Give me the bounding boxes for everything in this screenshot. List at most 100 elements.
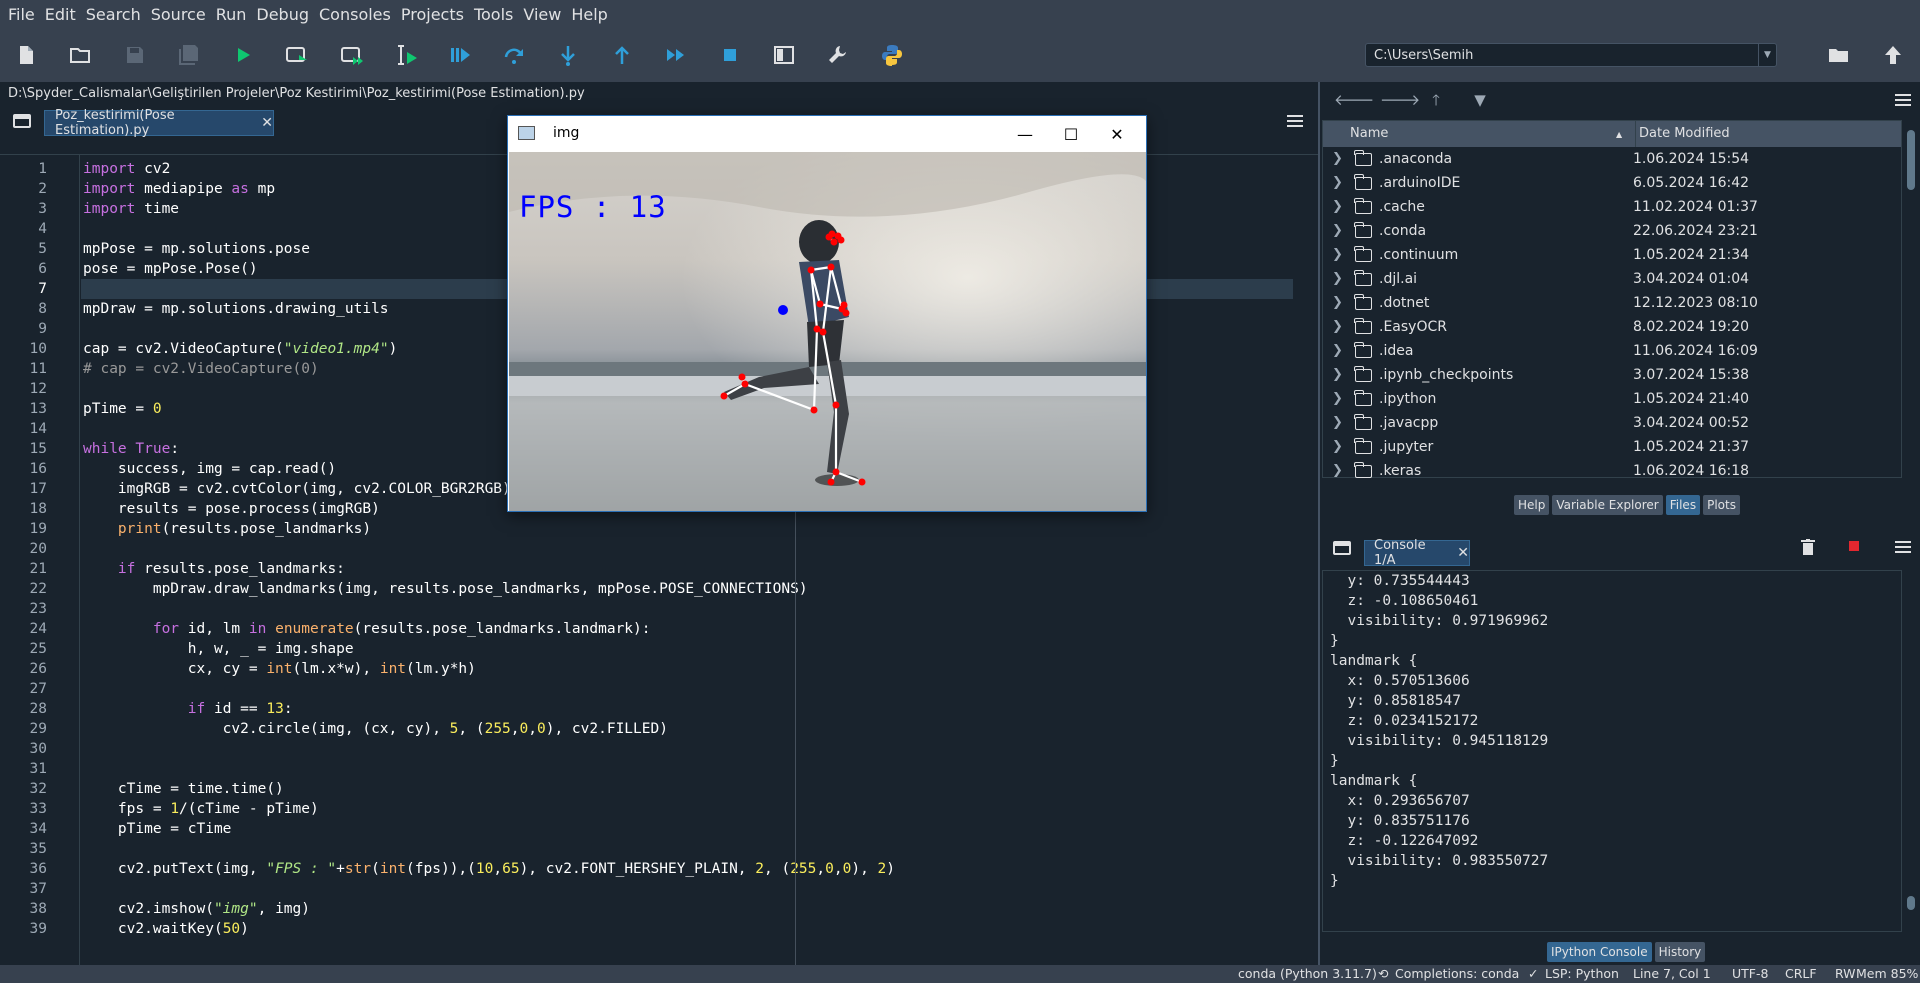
editor-scrollbar[interactable] — [1304, 155, 1318, 965]
step-icon[interactable] — [501, 42, 527, 68]
chevron-right-icon[interactable]: ❯ — [1332, 219, 1343, 243]
close-icon[interactable]: ✕ — [261, 115, 273, 131]
preferences-icon[interactable] — [825, 42, 851, 68]
scrollbar-thumb[interactable] — [1907, 130, 1915, 190]
filter-icon[interactable]: ▼ — [1470, 91, 1490, 109]
chevron-right-icon[interactable]: ❯ — [1332, 267, 1343, 291]
menu-item-file[interactable]: File — [3, 5, 40, 24]
tab-variable-explorer[interactable]: Variable Explorer — [1552, 495, 1663, 515]
chevron-right-icon[interactable]: ❯ — [1332, 339, 1343, 363]
code-token: for — [152, 621, 180, 637]
file-row[interactable]: ❯ .idea 11.06.2024 16:09 — [1323, 339, 1901, 363]
files-scrollbar[interactable] — [1904, 120, 1918, 478]
folder-icon — [1354, 462, 1372, 478]
menu-item-source[interactable]: Source — [146, 5, 211, 24]
working-directory-combo[interactable]: C:\Users\Semih ▼ — [1365, 43, 1777, 67]
back-arrow-icon[interactable]: 🡐 — [1334, 91, 1374, 109]
close-window-icon[interactable]: ✕ — [1094, 116, 1140, 152]
step-out-icon[interactable] — [609, 42, 635, 68]
file-row[interactable]: ❯ .EasyOCR 8.02.2024 19:20 — [1323, 315, 1901, 339]
maximize-icon[interactable]: ☐ — [1048, 116, 1094, 152]
menu-item-consoles[interactable]: Consoles — [314, 5, 396, 24]
console-options-icon[interactable] — [1895, 541, 1911, 553]
open-folder-icon[interactable] — [67, 42, 93, 68]
debug-icon[interactable] — [447, 42, 473, 68]
tab-ipython-console[interactable]: IPython Console — [1547, 942, 1652, 962]
column-header-name[interactable]: Name — [1350, 121, 1388, 147]
menu-item-edit[interactable]: Edit — [40, 5, 81, 24]
save-icon[interactable] — [122, 42, 148, 68]
python-path-icon[interactable] — [879, 42, 905, 68]
column-header-date[interactable]: Date Modified — [1635, 121, 1730, 147]
file-row[interactable]: ❯ .conda 22.06.2024 23:21 — [1323, 219, 1901, 243]
parent-directory-icon[interactable] — [1880, 42, 1906, 68]
chevron-right-icon[interactable]: ❯ — [1332, 195, 1343, 219]
continue-icon[interactable] — [663, 42, 689, 68]
minimize-icon[interactable]: — — [1002, 116, 1048, 152]
console-tab[interactable]: Console 1/A ✕ — [1364, 538, 1470, 568]
file-row[interactable]: ❯ .anaconda 1.06.2024 15:54 — [1323, 147, 1901, 171]
file-row[interactable]: ❯ .djl.ai 3.04.2024 01:04 — [1323, 267, 1901, 291]
tab-history[interactable]: History — [1654, 942, 1706, 962]
status-env[interactable]: conda (Python 3.11.7) — [1238, 965, 1377, 983]
file-row[interactable]: ❯ .keras 1.06.2024 16:18 — [1323, 459, 1901, 483]
tab-plots[interactable]: Plots — [1703, 495, 1740, 515]
forward-arrow-icon[interactable]: 🡒 — [1380, 91, 1420, 109]
clear-console-icon[interactable] — [1801, 539, 1815, 555]
status-lsp[interactable]: LSP: Python — [1545, 965, 1619, 983]
editor-tab[interactable]: Poz_kestirimi(Pose Estimation).py ✕ — [44, 108, 274, 138]
menu-item-projects[interactable]: Projects — [396, 5, 469, 24]
up-arrow-icon[interactable]: 🡑 — [1426, 91, 1446, 109]
file-row[interactable]: ❯ .ipython 1.05.2024 21:40 — [1323, 387, 1901, 411]
status-completions[interactable]: Completions: conda — [1395, 965, 1519, 983]
chevron-right-icon[interactable]: ❯ — [1332, 411, 1343, 435]
menu-item-search[interactable]: Search — [81, 5, 146, 24]
run-cell-advance-icon[interactable] — [339, 42, 365, 68]
interrupt-kernel-icon[interactable] — [1849, 541, 1859, 551]
menu-item-debug[interactable]: Debug — [251, 5, 314, 24]
file-row[interactable]: ❯ .cache 11.02.2024 01:37 — [1323, 195, 1901, 219]
files-options-icon[interactable] — [1895, 94, 1911, 106]
menu-item-run[interactable]: Run — [211, 5, 252, 24]
run-selection-icon[interactable] — [393, 42, 419, 68]
browse-tabs-icon[interactable] — [13, 114, 31, 128]
menu-item-tools[interactable]: Tools — [469, 5, 518, 24]
browse-folder-icon[interactable] — [1826, 42, 1852, 68]
step-into-icon[interactable] — [555, 42, 581, 68]
close-icon[interactable]: ✕ — [1457, 545, 1469, 561]
chevron-right-icon[interactable]: ❯ — [1332, 243, 1343, 267]
chevron-right-icon[interactable]: ❯ — [1332, 171, 1343, 195]
chevron-right-icon[interactable]: ❯ — [1332, 387, 1343, 411]
stop-icon[interactable] — [717, 42, 743, 68]
chevron-right-icon[interactable]: ❯ — [1332, 291, 1343, 315]
tab-help[interactable]: Help — [1514, 495, 1550, 515]
browse-tabs-icon[interactable] — [1333, 541, 1351, 555]
scrollbar-thumb[interactable] — [1907, 896, 1915, 910]
chevron-down-icon[interactable]: ▼ — [1758, 44, 1776, 66]
chevron-right-icon[interactable]: ❯ — [1332, 147, 1343, 171]
menu-item-view[interactable]: View — [518, 5, 566, 24]
new-file-icon[interactable] — [13, 42, 39, 68]
img-window[interactable]: img — ☐ ✕ FPS: 13 — [507, 115, 1147, 512]
file-row[interactable]: ❯ .dotnet 12.12.2023 08:10 — [1323, 291, 1901, 315]
line-number: 39 — [29, 921, 47, 937]
console-scrollbar[interactable] — [1904, 570, 1918, 932]
chevron-right-icon[interactable]: ❯ — [1332, 459, 1343, 483]
img-window-titlebar[interactable]: img — ☐ ✕ — [508, 116, 1146, 152]
save-all-icon[interactable] — [176, 42, 202, 68]
file-row[interactable]: ❯ .ipynb_checkpoints 3.07.2024 15:38 — [1323, 363, 1901, 387]
editor-options-icon[interactable] — [1287, 115, 1303, 127]
file-row[interactable]: ❯ .arduinoIDE 6.05.2024 16:42 — [1323, 171, 1901, 195]
maximize-pane-icon[interactable] — [771, 42, 797, 68]
file-row[interactable]: ❯ .continuum 1.05.2024 21:34 — [1323, 243, 1901, 267]
chevron-right-icon[interactable]: ❯ — [1332, 315, 1343, 339]
console-output[interactable]: y: 0.735544443 z: -0.108650461 visibilit… — [1322, 570, 1902, 932]
file-row[interactable]: ❯ .javacpp 3.04.2024 00:52 — [1323, 411, 1901, 435]
file-row[interactable]: ❯ .jupyter 1.05.2024 21:37 — [1323, 435, 1901, 459]
run-cell-icon[interactable] — [284, 42, 310, 68]
chevron-right-icon[interactable]: ❯ — [1332, 435, 1343, 459]
tab-files[interactable]: Files — [1665, 495, 1701, 515]
chevron-right-icon[interactable]: ❯ — [1332, 363, 1343, 387]
menu-item-help[interactable]: Help — [566, 5, 612, 24]
run-icon[interactable] — [230, 42, 256, 68]
